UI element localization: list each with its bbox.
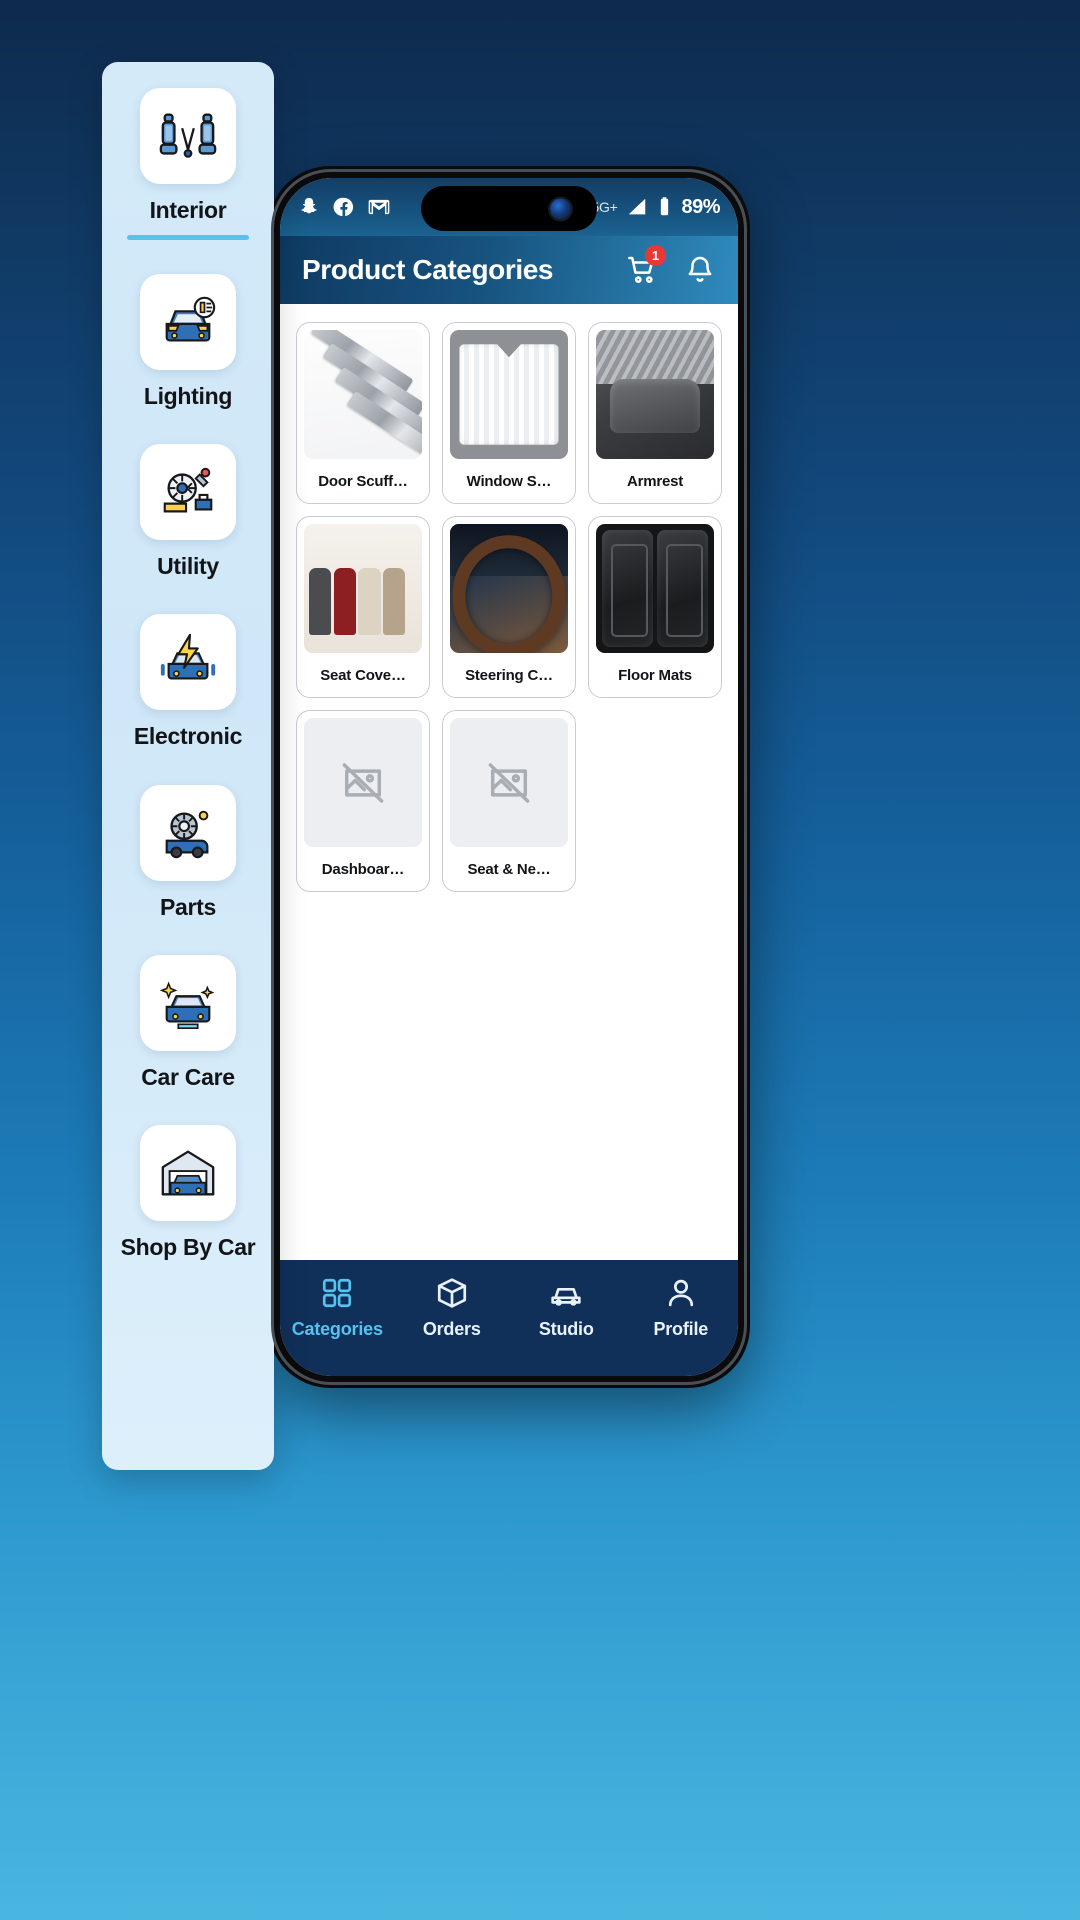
product-card[interactable]: Seat & Ne… [442,710,576,892]
shopping-cart-button[interactable]: 1 [626,245,666,286]
category-tile [140,88,236,184]
category-tile [140,614,236,711]
product-label: Window S… [466,472,552,490]
car-seats-icon [159,113,217,158]
sidebar-item-label: Electronic [133,723,243,750]
product-label: Seat Cove… [320,666,406,684]
product-thumbnail [450,718,568,847]
product-card[interactable]: Seat Cove… [296,516,430,698]
sidebar-item-utility[interactable]: Utility [102,444,274,588]
category-tile [140,784,236,881]
person-icon [668,1279,693,1307]
product-card[interactable]: Dashboar… [296,710,430,892]
snapchat-icon [298,196,320,218]
floor-mats-image [596,524,714,653]
sidebar-item-lighting[interactable]: Lighting [102,274,274,418]
product-thumbnail [450,524,568,653]
grid-icon [323,1278,352,1308]
category-tile [140,274,236,371]
bottom-navigation-bar: Categories Orders Studio Profile [280,1260,738,1376]
product-card[interactable]: Armrest [588,322,722,504]
front-camera-lens [550,198,571,219]
seat-covers-image [304,524,422,653]
product-thumbnail [304,330,422,459]
car-tools-icon [163,468,213,513]
nav-item-studio[interactable]: Studio [509,1276,624,1340]
window-sunshade-image [450,330,568,459]
steering-cover-image [450,524,568,653]
sidebar-item-car-care[interactable]: Car Care [102,954,274,1099]
battery-percent-label: 89% [681,195,720,218]
nav-label: Studio [538,1319,594,1339]
status-bar-notifications [298,196,390,218]
product-grid: Door Scuff… Window S… Armrest Seat Cove…… [296,322,722,892]
product-label: Seat & Ne… [467,860,551,878]
gmail-icon [368,196,390,218]
product-card[interactable]: Steering C… [442,516,576,698]
car-headlight-icon [165,296,216,342]
signal-bars-icon [626,196,648,218]
car-wash-icon [159,981,215,1029]
nav-item-categories[interactable]: Categories [280,1276,395,1340]
category-sidebar: Interior Lighting Utility Electronic Par… [102,62,274,1470]
camera-punch-hole [421,186,597,231]
category-tile [140,1124,236,1221]
sidebar-active-indicator [127,235,249,241]
page-title: Product Categories [302,254,554,285]
nav-label: Orders [422,1319,481,1339]
category-tile [140,444,236,541]
notification-bell-button[interactable] [684,254,716,286]
sidebar-item-shop-by-car[interactable]: Shop By Car [102,1124,274,1269]
nav-label: Categories [291,1319,383,1339]
product-thumbnail [596,330,714,459]
nav-item-profile[interactable]: Profile [624,1276,739,1340]
car-engine-icon [165,810,209,858]
car-icon [551,1287,581,1306]
category-tile [140,954,236,1051]
phone-screen: 5G+ 89% Product Categories 1 Door Scuff…… [280,178,738,1376]
cart-count-badge: 1 [645,245,666,266]
sidebar-item-label: Utility [157,553,219,580]
nav-item-orders[interactable]: Orders [395,1276,510,1340]
sidebar-item-label: Parts [159,893,217,920]
product-label: Door Scuff… [318,472,408,490]
product-label: Steering C… [465,666,553,684]
armrest-image [596,330,714,459]
product-label: Dashboar… [321,860,405,878]
product-thumbnail [450,330,568,459]
battery-icon [657,196,672,218]
product-thumbnail [304,524,422,653]
product-label: Armrest [626,472,684,490]
product-grid-container: Door Scuff… Window S… Armrest Seat Cove…… [280,304,738,1260]
sidebar-item-label: Lighting [143,383,233,410]
product-card[interactable]: Door Scuff… [296,322,430,504]
nav-label: Profile [653,1319,709,1339]
app-header: Product Categories 1 [280,236,738,304]
sidebar-item-label: Car Care [141,1063,235,1090]
product-card[interactable]: Floor Mats [588,516,722,698]
status-bar: 5G+ 89% [280,178,738,236]
header-actions: 1 [626,245,716,286]
product-thumbnail [304,718,422,847]
sidebar-item-label: Interior [149,197,227,223]
broken-image-icon [304,718,422,847]
facebook-icon [333,196,355,218]
sidebar-item-electronic[interactable]: Electronic [102,614,274,758]
product-card[interactable]: Window S… [442,322,576,504]
product-thumbnail [596,524,714,653]
sidebar-item-label: Shop By Car [120,1233,256,1260]
door-scuff-plates-image [304,330,422,459]
box-icon [437,1278,466,1308]
phone-mockup: 5G+ 89% Product Categories 1 Door Scuff…… [268,166,750,1388]
car-garage-icon [161,1150,215,1196]
sidebar-item-parts[interactable]: Parts [102,784,274,929]
broken-image-icon [450,718,568,847]
sidebar-item-interior[interactable]: Interior [102,88,274,248]
product-label: Floor Mats [618,666,692,684]
car-electric-icon [160,634,216,680]
